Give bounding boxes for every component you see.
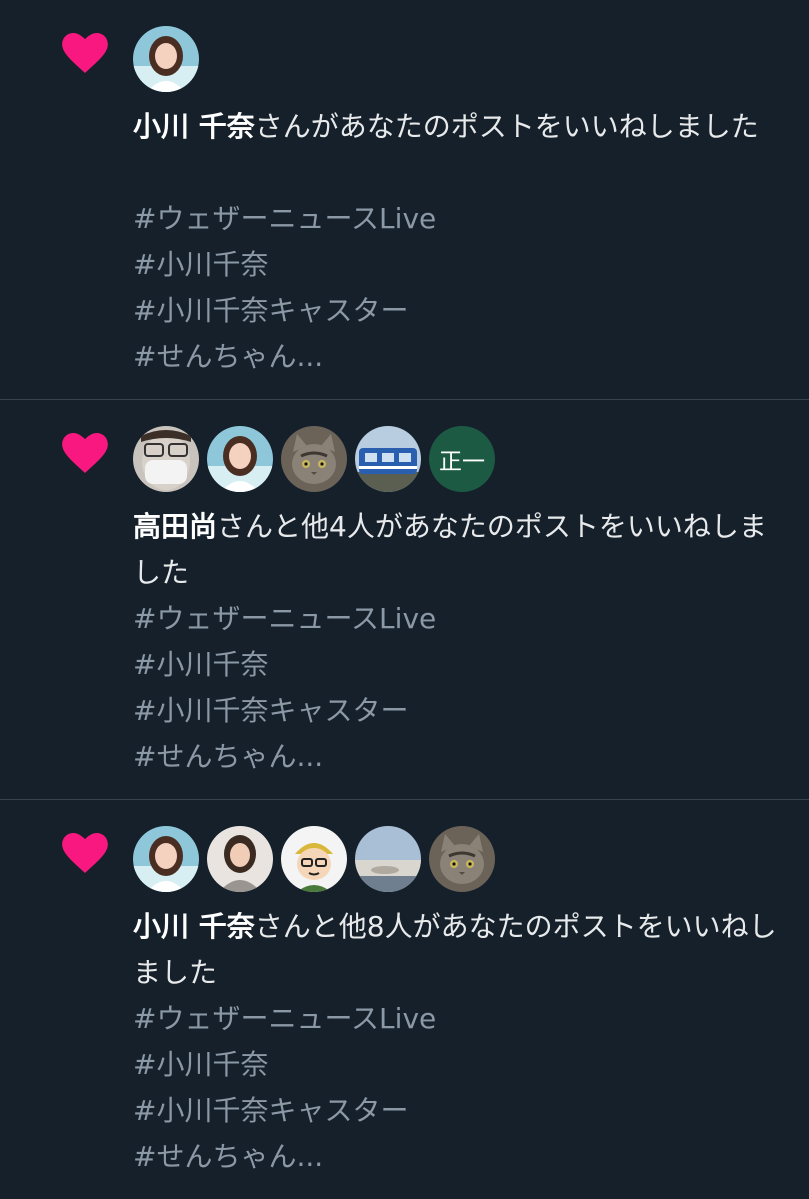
avatar-initials[interactable]: 正一 [429, 426, 495, 492]
notifications-feed: 小川 千奈さんがあなたのポストをいいねしました #ウェザーニュースLive #小… [0, 0, 809, 1199]
notification-text: 高田尚さんと他4人があなたのポストをいいねしました [133, 504, 788, 596]
avatar-row [133, 826, 495, 892]
heart-icon [62, 33, 108, 73]
hashtag: #小川千奈 [133, 648, 269, 681]
avatar-cartoon[interactable] [281, 826, 347, 892]
like-notification[interactable]: 小川 千奈さんがあなたのポストをいいねしました #ウェザーニュースLive #小… [0, 0, 809, 400]
action-text: さんと他4人があなたのポストをいいねしました [133, 510, 767, 589]
hashtag: #ウェザーニュースLive [133, 202, 437, 235]
actor-name[interactable]: 高田尚 [133, 510, 217, 543]
actor-name[interactable]: 小川 千奈 [133, 110, 255, 143]
post-preview[interactable]: #ウェザーニュースLive #小川千奈 #小川千奈キャスター #せんちゃん... [133, 196, 436, 380]
heart-icon [62, 833, 108, 873]
hashtag: #せんちゃん... [133, 1140, 324, 1173]
hashtag: #小川千奈キャスター [133, 294, 409, 327]
hashtag: #小川千奈 [133, 1048, 269, 1081]
avatar-cat[interactable] [429, 826, 495, 892]
hashtag: #せんちゃん... [133, 340, 324, 373]
avatar-row [133, 26, 199, 92]
hashtag: #せんちゃん... [133, 740, 324, 773]
hashtag: #ウェザーニュースLive [133, 1002, 437, 1035]
notification-text: 小川 千奈さんと他8人があなたのポストをいいねしました [133, 904, 788, 996]
hashtag: #小川千奈キャスター [133, 694, 409, 727]
avatar-cat[interactable] [281, 426, 347, 492]
avatar-initials-text: 正一 [439, 449, 485, 475]
post-preview[interactable]: #ウェザーニュースLive #小川千奈 #小川千奈キャスター #せんちゃん... [133, 996, 436, 1180]
avatar-woman[interactable] [133, 26, 199, 92]
like-notification[interactable]: 正一 高田尚さんと他4人があなたのポストをいいねしました #ウェザーニュースLi… [0, 400, 809, 800]
hashtag: #ウェザーニュースLive [133, 602, 437, 635]
hashtag: #小川千奈 [133, 248, 269, 281]
avatar-woman[interactable] [207, 426, 273, 492]
notification-text: 小川 千奈さんがあなたのポストをいいねしました [133, 104, 788, 150]
avatar-woman-2[interactable] [207, 826, 273, 892]
like-notification[interactable]: 小川 千奈さんと他8人があなたのポストをいいねしました #ウェザーニュースLiv… [0, 800, 809, 1199]
action-text: さんがあなたのポストをいいねしました [254, 110, 759, 143]
actor-name[interactable]: 小川 千奈 [133, 910, 255, 943]
avatar-woman[interactable] [133, 826, 199, 892]
avatar-row: 正一 [133, 426, 495, 492]
post-preview[interactable]: #ウェザーニュースLive #小川千奈 #小川千奈キャスター #せんちゃん... [133, 596, 436, 780]
hashtag: #小川千奈キャスター [133, 1094, 409, 1127]
avatar-train[interactable] [355, 426, 421, 492]
heart-icon [62, 433, 108, 473]
avatar-sky[interactable] [355, 826, 421, 892]
avatar-masked-person[interactable] [133, 426, 199, 492]
